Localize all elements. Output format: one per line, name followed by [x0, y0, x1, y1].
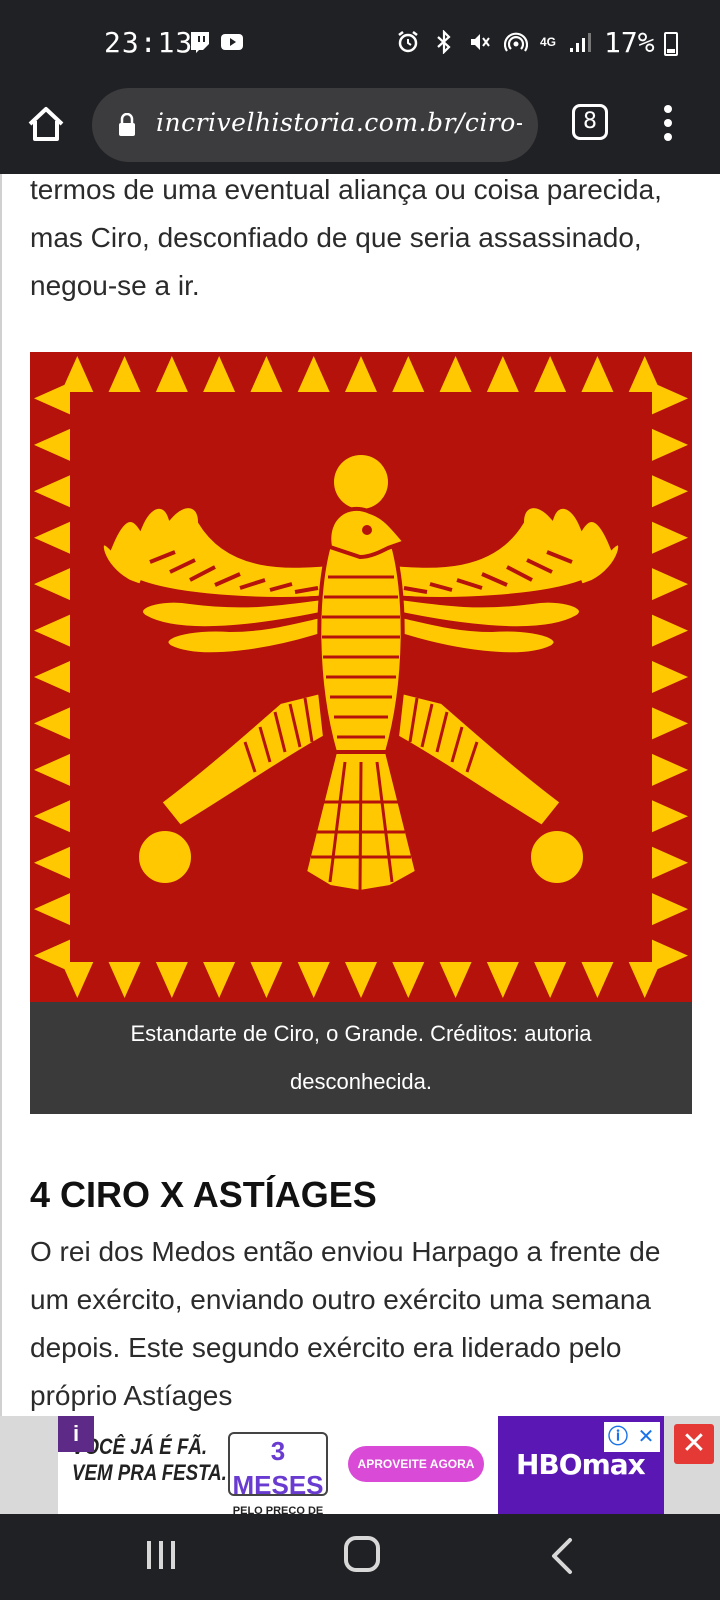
article-content: termos de uma eventual aliança ou coisa …	[0, 174, 720, 1500]
article-paragraph: termos de uma eventual aliança ou coisa …	[30, 174, 662, 301]
bluetooth-icon	[437, 30, 451, 54]
article-figure: Estandarte de Ciro, o Grande. Créditos: …	[30, 352, 692, 1114]
youtube-icon	[221, 34, 243, 50]
back-icon[interactable]	[548, 1536, 576, 1576]
home-nav-icon[interactable]	[344, 1536, 380, 1572]
adchoices-close-icon[interactable]: ✕	[632, 1422, 660, 1452]
ad-choices[interactable]: ⓘ ✕	[604, 1422, 660, 1452]
ad-headline: VOCÊ JÁ É FÃ. VEM PRA FESTA.	[72, 1434, 227, 1485]
ad-close-button[interactable]: ✕	[674, 1424, 714, 1464]
section-heading: 4 CIRO X ASTÍAGES	[30, 1174, 377, 1215]
system-nav-bar	[0, 1514, 720, 1600]
address-bar[interactable]: incrivelhistoria.com.br/ciro-o-	[92, 88, 538, 162]
page-edge	[0, 174, 2, 1500]
ad-promo-box: 3 MESES PELO PREÇO DE 1	[228, 1432, 328, 1514]
browser-toolbar: incrivelhistoria.com.br/ciro-o- 8	[0, 88, 720, 174]
cyrus-standard-image[interactable]	[30, 352, 692, 1002]
ad-banner[interactable]: VOCÊ JÁ É FÃ. VEM PRA FESTA. 3 MESES PELO…	[0, 1416, 720, 1514]
ad-creative[interactable]: VOCÊ JÁ É FÃ. VEM PRA FESTA. 3 MESES PELO…	[58, 1416, 664, 1514]
status-bar: 23:13 4G 17%	[0, 0, 720, 88]
article-paragraph: O rei dos Medos então enviou Harpago a f…	[30, 1236, 661, 1411]
ad-promo-big: 3 MESES	[232, 1436, 324, 1500]
ad-info-icon[interactable]: i	[58, 1416, 94, 1452]
clock: 23:13	[104, 26, 194, 59]
recents-icon[interactable]	[144, 1538, 178, 1572]
network-type: 4G	[540, 35, 557, 49]
home-icon[interactable]	[24, 102, 68, 146]
menu-icon[interactable]	[656, 102, 680, 146]
hbomax-logo: HBOmax	[516, 1448, 646, 1481]
battery-percent: 17%	[604, 26, 655, 59]
ad-cta-button[interactable]: APROVEITE AGORA	[348, 1446, 484, 1482]
twitch-icon	[191, 32, 209, 53]
url-text: incrivelhistoria.com.br/ciro-o-	[156, 108, 522, 137]
lock-icon	[119, 113, 135, 136]
battery-icon	[664, 32, 678, 56]
tabs-button[interactable]: 8	[572, 104, 608, 140]
alarm-icon	[398, 31, 418, 53]
signal-icon	[570, 33, 592, 52]
image-caption: Estandarte de Ciro, o Grande. Créditos: …	[30, 1002, 692, 1114]
adchoices-info-icon[interactable]: ⓘ	[604, 1422, 632, 1452]
hotspot-icon	[504, 32, 528, 52]
ad-promo-small: PELO PREÇO DE 1	[232, 1505, 324, 1514]
mute-icon	[471, 34, 490, 50]
